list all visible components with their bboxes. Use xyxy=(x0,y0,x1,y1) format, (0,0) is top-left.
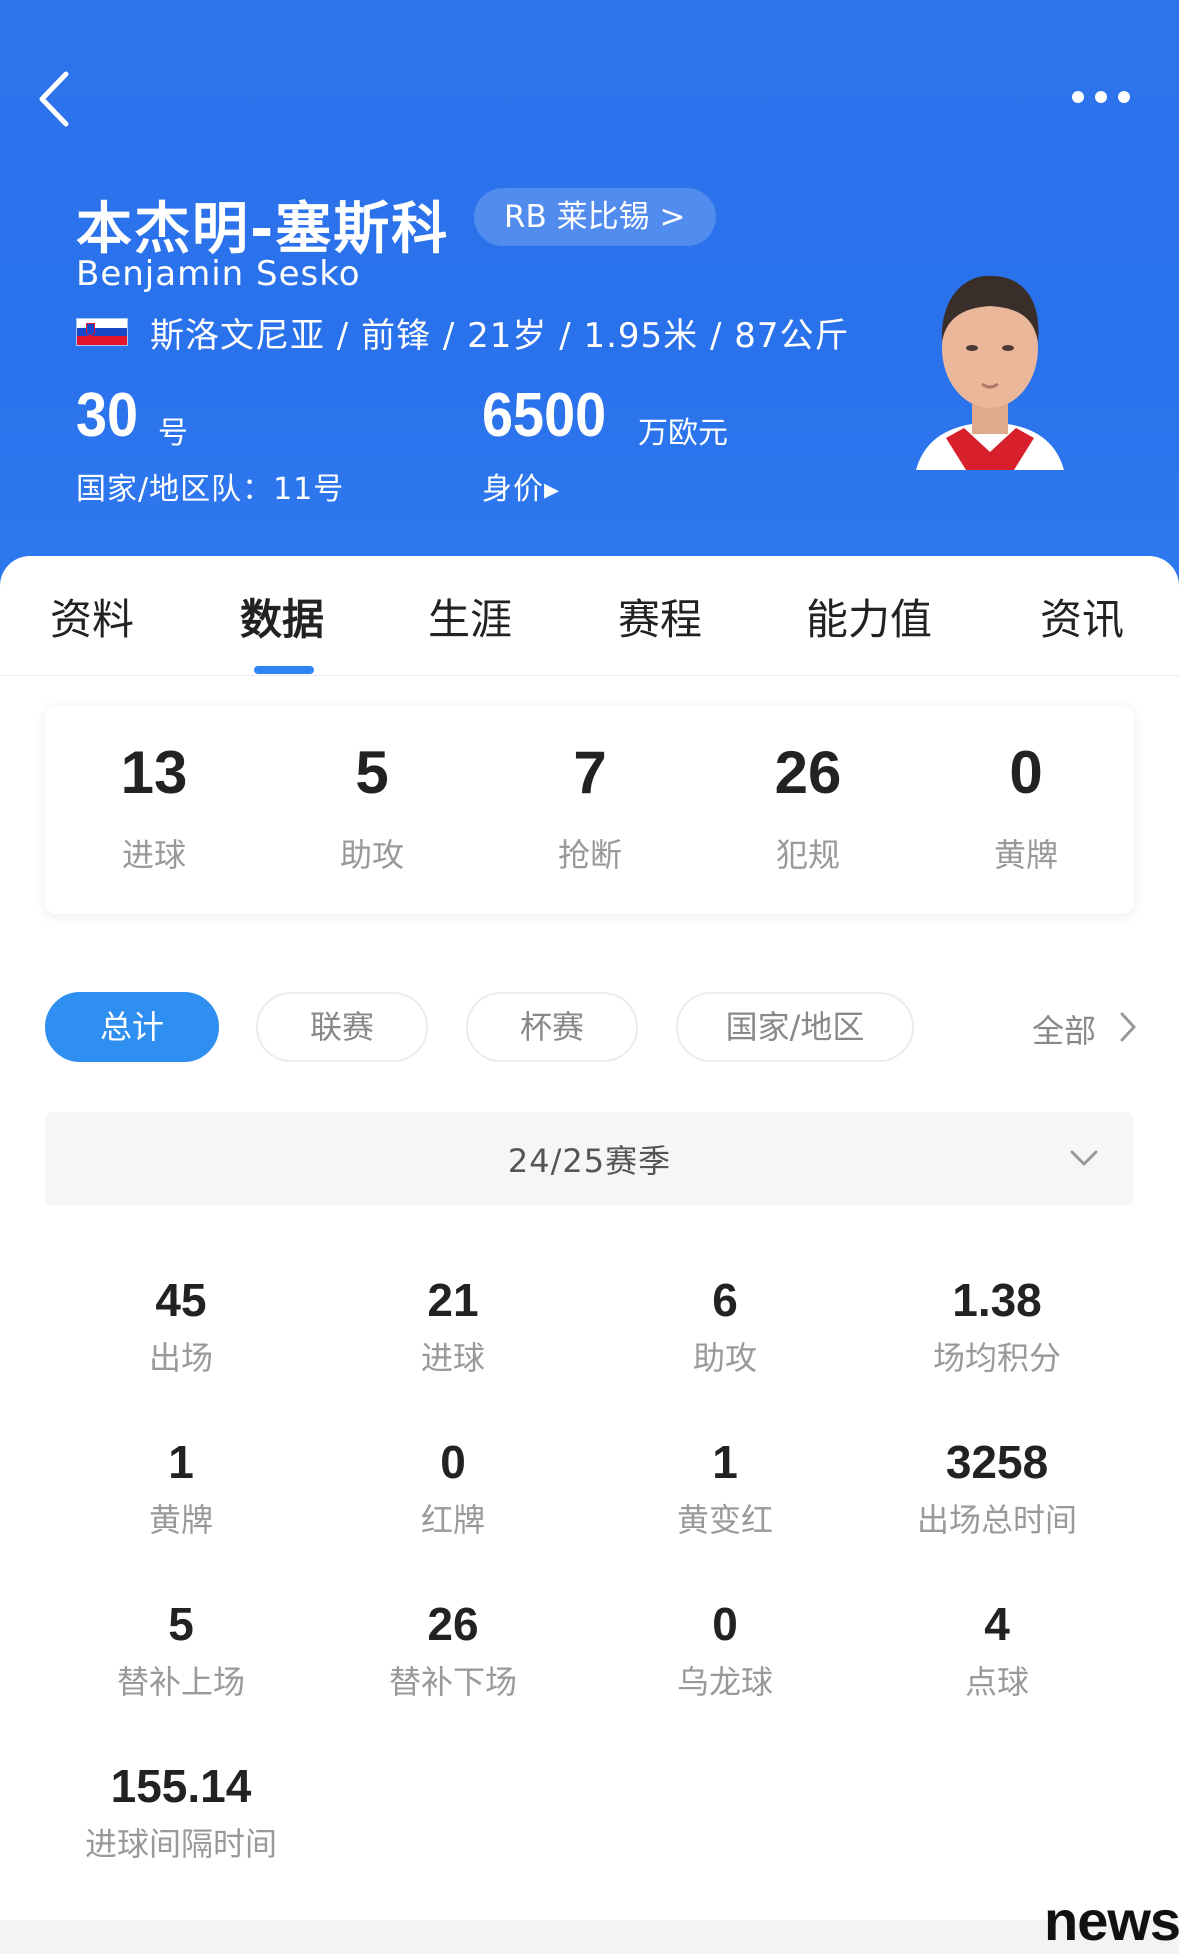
summary-value: 5 xyxy=(355,739,389,806)
summary-label: 犯规 xyxy=(775,836,840,874)
more-button[interactable] xyxy=(1066,82,1136,112)
summary-tackles: 7 抢断 xyxy=(481,706,699,914)
slovenia-flag-icon xyxy=(76,318,128,346)
back-icon xyxy=(39,71,69,127)
player-name: 本杰明-塞斯科 xyxy=(76,197,450,262)
chevron-right-icon xyxy=(1120,1012,1136,1042)
team-link[interactable]: RB 莱比锡 > xyxy=(474,188,716,246)
filter-cup[interactable]: 杯赛 xyxy=(466,992,638,1062)
summary-value: 7 xyxy=(573,739,607,806)
filter-national[interactable]: 国家/地区 xyxy=(676,992,914,1062)
shirt-number: 30 xyxy=(76,381,139,450)
summary-value: 26 xyxy=(774,739,842,806)
player-meta: 斯洛文尼亚 / 前锋 / 21岁 / 1.95米 / 87公斤 xyxy=(150,316,850,356)
footer-divider xyxy=(0,1920,1179,1954)
stat-sub-on: 5 替补上场 xyxy=(45,1596,317,1702)
stat-value: 0 xyxy=(440,1436,466,1488)
summary-fouls: 26 犯规 xyxy=(699,706,917,914)
filter-all-label: 全部 xyxy=(1032,1012,1097,1050)
filter-all-link[interactable]: 全部 xyxy=(1032,1006,1136,1052)
stat-sub-off: 26 替补下场 xyxy=(317,1596,589,1702)
summary-card: 13 进球 5 助攻 7 抢断 26 犯规 0 黄牌 xyxy=(45,706,1134,914)
stat-value: 155.14 xyxy=(110,1760,252,1812)
stat-value: 0 xyxy=(712,1598,738,1650)
stat-value: 26 xyxy=(427,1598,479,1650)
tab-ability[interactable]: 能力值 xyxy=(806,586,932,647)
season-label: 24/25赛季 xyxy=(507,1142,672,1180)
stat-label: 进球间隔时间 xyxy=(84,1825,277,1863)
stat-goals: 21 进球 xyxy=(317,1272,589,1378)
stat-label: 场均积分 xyxy=(932,1339,1061,1377)
stat-assists: 6 助攻 xyxy=(589,1272,861,1378)
stat-label: 点球 xyxy=(964,1663,1029,1701)
summary-label: 进球 xyxy=(121,836,186,874)
stat-value: 1.38 xyxy=(952,1274,1042,1326)
stat-label: 进球 xyxy=(420,1339,485,1377)
stat-minutes-played: 3258 出场总时间 xyxy=(861,1434,1133,1540)
stat-label: 乌龙球 xyxy=(676,1663,773,1701)
stat-minutes-per-goal: 155.14 进球间隔时间 xyxy=(45,1758,317,1864)
more-icon xyxy=(1072,91,1130,103)
chevron-down-icon xyxy=(1070,1150,1098,1166)
filter-league[interactable]: 联赛 xyxy=(256,992,428,1062)
back-button[interactable] xyxy=(30,66,86,132)
stat-value: 1 xyxy=(168,1436,194,1488)
tab-news[interactable]: 资讯 xyxy=(1040,586,1124,647)
stat-label: 出场 xyxy=(148,1339,213,1377)
player-avatar xyxy=(886,256,1094,470)
tab-bar: 资料 数据 生涯 赛程 能力值 资讯 xyxy=(0,556,1179,676)
stat-value: 45 xyxy=(155,1274,207,1326)
stat-label: 红牌 xyxy=(420,1501,485,1539)
market-value-link[interactable]: 身价▸ xyxy=(482,464,560,508)
stat-value: 3258 xyxy=(945,1436,1049,1488)
tab-profile[interactable]: 资料 xyxy=(50,586,134,647)
stat-label: 出场总时间 xyxy=(916,1501,1077,1539)
summary-goals: 13 进球 xyxy=(45,706,263,914)
stat-own-goals: 0 乌龙球 xyxy=(589,1596,861,1702)
summary-label: 助攻 xyxy=(339,836,404,874)
summary-label: 抢断 xyxy=(557,836,622,874)
national-team-number: 国家/地区队：11号 xyxy=(76,472,345,507)
market-value: 6500 xyxy=(482,381,607,450)
player-header: 本杰明-塞斯科 RB 莱比锡 > Benjamin Sesko 斯洛文尼亚 / … xyxy=(0,0,1179,600)
stat-label: 替补上场 xyxy=(116,1663,245,1701)
market-value-unit: 万欧元 xyxy=(638,416,728,451)
summary-value: 0 xyxy=(1009,739,1043,806)
stat-penalties: 4 点球 xyxy=(861,1596,1133,1702)
active-tab-indicator xyxy=(254,666,314,674)
stat-value: 5 xyxy=(168,1598,194,1650)
stat-second-yellow: 1 黄变红 xyxy=(589,1434,861,1540)
stat-value: 1 xyxy=(712,1436,738,1488)
summary-assists: 5 助攻 xyxy=(263,706,481,914)
stat-label: 黄变红 xyxy=(676,1501,773,1539)
player-name-en: Benjamin Sesko xyxy=(76,254,361,294)
stat-value: 6 xyxy=(712,1274,738,1326)
shirt-unit: 号 xyxy=(158,416,188,451)
stat-red-cards: 0 红牌 xyxy=(317,1434,589,1540)
summary-yellow-cards: 0 黄牌 xyxy=(917,706,1135,914)
filter-total[interactable]: 总计 xyxy=(45,992,219,1062)
stat-label: 助攻 xyxy=(692,1339,757,1377)
stat-appearances: 45 出场 xyxy=(45,1272,317,1378)
stat-label: 黄牌 xyxy=(148,1501,213,1539)
stat-yellow-cards: 1 黄牌 xyxy=(45,1434,317,1540)
season-selector[interactable]: 24/25赛季 xyxy=(45,1112,1134,1206)
tab-career[interactable]: 生涯 xyxy=(428,586,512,647)
stat-value: 4 xyxy=(984,1598,1010,1650)
stat-points-per-game: 1.38 场均积分 xyxy=(861,1272,1133,1378)
watermark: news xyxy=(1044,1889,1179,1952)
tab-stats[interactable]: 数据 xyxy=(240,586,324,647)
summary-value: 13 xyxy=(120,739,188,806)
tab-schedule[interactable]: 赛程 xyxy=(618,586,702,647)
stat-value: 21 xyxy=(427,1274,479,1326)
summary-label: 黄牌 xyxy=(993,836,1058,874)
stat-label: 替补下场 xyxy=(388,1663,517,1701)
